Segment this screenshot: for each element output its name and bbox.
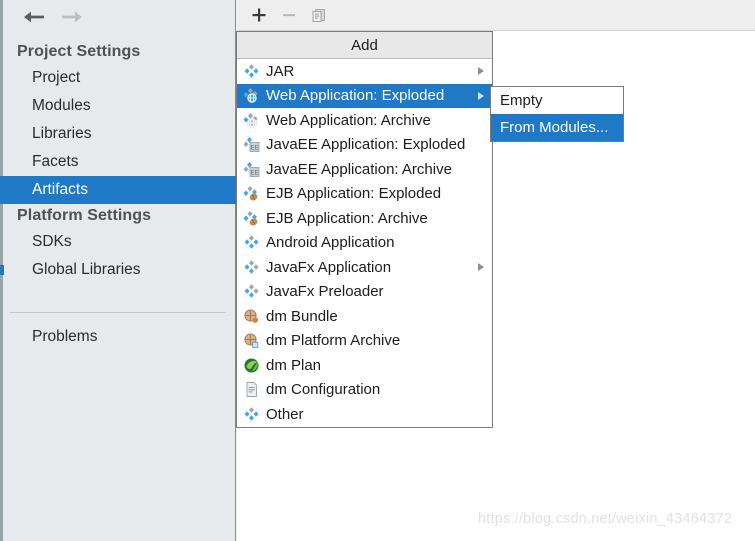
menu-item-dm-bundle[interactable]: dm Bundle xyxy=(237,304,492,329)
group-header-platform-settings: Platform Settings xyxy=(17,207,152,224)
javaee-app-icon: EE xyxy=(241,136,261,154)
menu-item-javafx-preloader[interactable]: JavaFx Preloader xyxy=(237,280,492,305)
menu-item-jar[interactable]: JAR xyxy=(237,59,492,84)
group-header-project-settings: Project Settings xyxy=(17,43,141,60)
settings-sidebar: Project Settings Project Modules Librari… xyxy=(0,0,236,541)
watermark-text: https://blog.csdn.net/weixin_43464372 xyxy=(478,511,733,527)
add-artifact-menu: Add JAR Web Application: Exploded Web Ap… xyxy=(236,31,493,428)
navigation-arrows xyxy=(10,4,230,30)
menu-item-dm-plan[interactable]: dm Plan xyxy=(237,353,492,378)
dm-bundle-icon xyxy=(241,307,261,325)
back-button[interactable] xyxy=(22,9,46,25)
dm-config-icon xyxy=(241,381,261,399)
menu-item-label: JAR xyxy=(266,62,295,80)
settings-tree: Project Settings Project Modules Librari… xyxy=(0,40,236,284)
forward-button[interactable] xyxy=(60,9,84,25)
duplicate-button[interactable] xyxy=(305,2,333,28)
menu-item-label: Other xyxy=(266,405,304,423)
javafx-app-icon xyxy=(241,258,261,276)
dm-platform-icon xyxy=(241,332,261,350)
sidebar-item-modules[interactable]: Modules xyxy=(0,92,236,120)
javafx-preloader-icon xyxy=(241,283,261,301)
menu-item-dm-platform-archive[interactable]: dm Platform Archive xyxy=(237,329,492,354)
chevron-right-icon xyxy=(478,263,484,272)
dm-plan-icon xyxy=(241,356,261,374)
add-button[interactable] xyxy=(245,2,273,28)
menu-item-label: JavaFx Application xyxy=(266,258,392,276)
menu-item-ejb-application-archive[interactable]: EJB Application: Archive xyxy=(237,206,492,231)
arrow-left-icon xyxy=(24,11,44,23)
menu-item-label: EJB Application: Archive xyxy=(266,209,428,227)
menu-item-javafx-application[interactable]: JavaFx Application xyxy=(237,255,492,280)
copy-icon xyxy=(312,8,325,22)
menu-item-label: JavaEE Application: Archive xyxy=(266,160,452,178)
menu-item-javaee-application-exploded[interactable]: EE JavaEE Application: Exploded xyxy=(237,133,492,158)
menu-item-label: Web Application: Exploded xyxy=(266,87,445,105)
add-menu-title: Add xyxy=(237,32,492,59)
menu-item-label: Web Application: Archive xyxy=(266,111,431,129)
svg-text:EE: EE xyxy=(250,146,258,152)
menu-item-label: Android Application xyxy=(266,234,395,252)
sidebar-item-facets[interactable]: Facets xyxy=(0,148,236,176)
web-app-icon xyxy=(241,87,261,105)
menu-item-label: dm Configuration xyxy=(266,381,381,399)
other-icon xyxy=(241,405,261,423)
remove-button[interactable] xyxy=(275,2,303,28)
ejb-app-icon xyxy=(241,209,261,227)
sidebar-item-libraries[interactable]: Libraries xyxy=(0,120,236,148)
menu-item-label: EJB Application: Exploded xyxy=(266,185,442,203)
menu-item-label: JavaFx Preloader xyxy=(266,283,384,301)
menu-item-label: dm Platform Archive xyxy=(266,332,401,350)
android-app-icon xyxy=(241,234,261,252)
sidebar-item-sdks[interactable]: SDKs xyxy=(0,228,236,256)
javaee-app-icon: EE xyxy=(241,160,261,178)
submenu-item-from-modules[interactable]: From Modules... xyxy=(491,114,623,141)
menu-item-other[interactable]: Other xyxy=(237,402,492,427)
web-app-icon xyxy=(241,111,261,129)
chevron-right-icon xyxy=(478,91,484,100)
sidebar-item-artifacts[interactable]: Artifacts xyxy=(0,176,236,204)
chevron-right-icon xyxy=(478,67,484,76)
artifacts-toolbar xyxy=(237,0,755,31)
jar-icon xyxy=(241,62,261,80)
menu-item-javaee-application-archive[interactable]: EE JavaEE Application: Archive xyxy=(237,157,492,182)
menu-item-android-application[interactable]: Android Application xyxy=(237,231,492,256)
menu-item-web-application-exploded[interactable]: Web Application: Exploded xyxy=(237,83,492,108)
sidebar-item-problems[interactable]: Problems xyxy=(0,324,236,350)
settings-dialog: Project Settings Project Modules Librari… xyxy=(0,0,755,541)
menu-item-label: JavaEE Application: Exploded xyxy=(266,136,466,154)
menu-item-ejb-application-exploded[interactable]: EJB Application: Exploded xyxy=(237,182,492,207)
arrow-right-icon xyxy=(62,11,82,23)
menu-item-web-application-archive[interactable]: Web Application: Archive xyxy=(237,108,492,133)
plus-icon xyxy=(252,8,266,22)
sidebar-divider xyxy=(10,312,226,313)
submenu-item-empty[interactable]: Empty xyxy=(491,87,623,114)
web-application-exploded-submenu: Empty From Modules... xyxy=(490,86,624,142)
menu-item-label: dm Plan xyxy=(266,356,322,374)
minus-icon xyxy=(283,14,295,17)
menu-item-dm-configuration[interactable]: dm Configuration xyxy=(237,378,492,403)
menu-item-label: dm Bundle xyxy=(266,307,338,325)
sidebar-item-project[interactable]: Project xyxy=(0,64,236,92)
ejb-app-icon xyxy=(241,185,261,203)
sidebar-item-global-libraries[interactable]: Global Libraries xyxy=(0,256,236,284)
svg-text:EE: EE xyxy=(250,170,258,176)
